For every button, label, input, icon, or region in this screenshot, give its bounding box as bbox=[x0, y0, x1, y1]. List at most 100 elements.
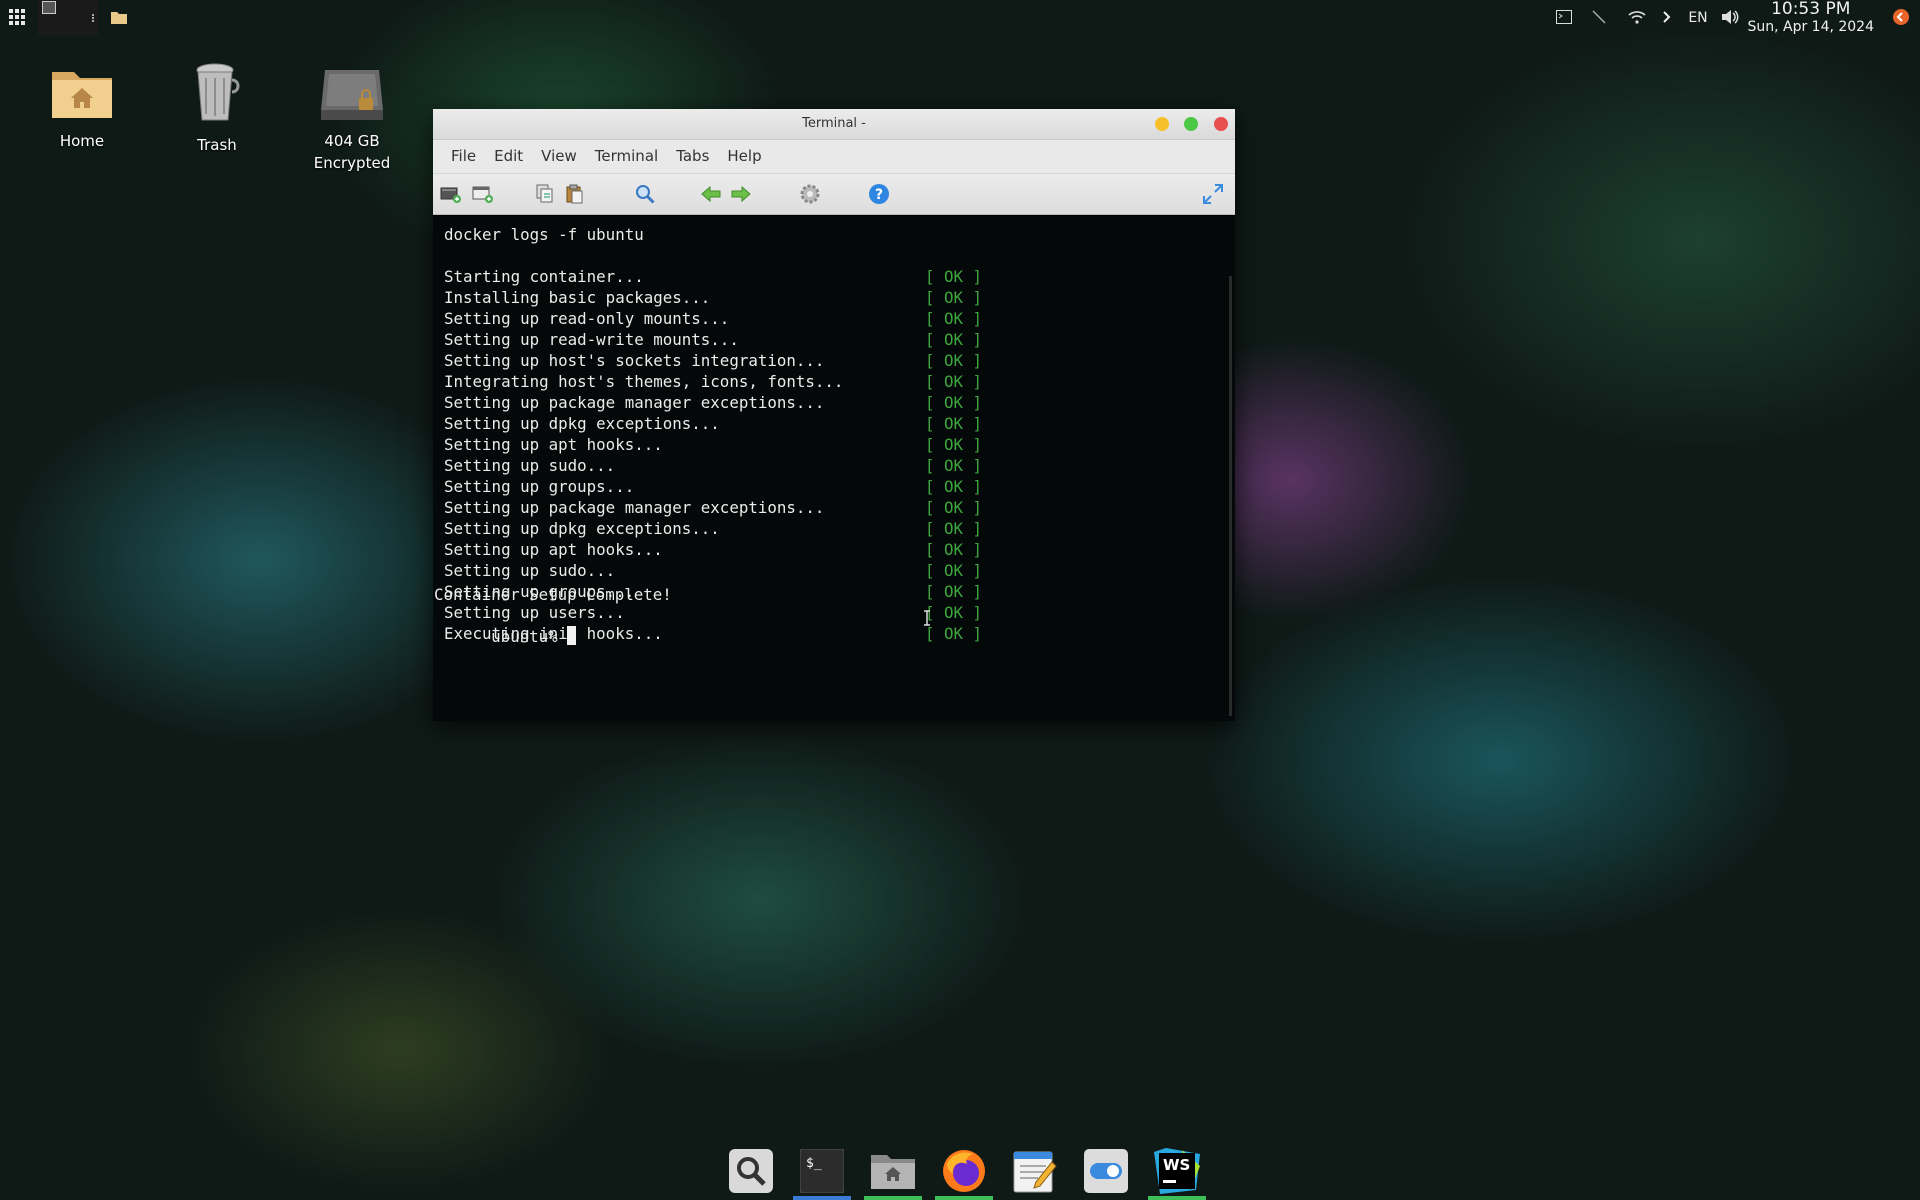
ok-status: [ OK ] bbox=[925, 561, 983, 580]
search-icon[interactable] bbox=[633, 182, 657, 206]
folder-icon[interactable] bbox=[110, 9, 128, 25]
ok-status: [ OK ] bbox=[925, 330, 983, 349]
toolbar: ? bbox=[433, 174, 1235, 215]
dock-text-editor[interactable] bbox=[1006, 1142, 1064, 1200]
desktop-icon-label: Home bbox=[59, 132, 105, 150]
running-indicator bbox=[935, 1196, 993, 1200]
ok-status: [ OK ] bbox=[925, 456, 983, 475]
prompt-line[interactable]: ubuntu% bbox=[434, 605, 577, 668]
dock: $_ WS bbox=[722, 1142, 1219, 1200]
desktop-icon-encrypted-drive[interactable]: 404 GB Encrypted bbox=[297, 68, 407, 174]
minimize-button[interactable] bbox=[1155, 117, 1169, 131]
ok-status: [ OK ] bbox=[925, 435, 983, 454]
text-editor-icon bbox=[1013, 1151, 1057, 1193]
terminal-tray-icon[interactable] bbox=[1555, 9, 1573, 25]
dock-files[interactable] bbox=[864, 1142, 922, 1200]
desktop-icon-label: Trash bbox=[197, 136, 237, 154]
setup-complete-line: Container Setup Complete! bbox=[434, 585, 672, 604]
fullscreen-icon[interactable] bbox=[1201, 182, 1225, 206]
clock-time: 10:53 PM bbox=[1771, 0, 1851, 19]
log-line: Starting container... bbox=[444, 267, 644, 286]
gear-icon[interactable] bbox=[798, 182, 822, 206]
menu-help[interactable]: Help bbox=[718, 140, 770, 173]
ok-status: [ OK ] bbox=[925, 498, 983, 517]
firefox-icon bbox=[943, 1150, 985, 1192]
close-button[interactable] bbox=[1214, 117, 1228, 131]
window-thumbnail-icon[interactable] bbox=[38, 0, 98, 36]
dock-webstorm[interactable]: WS bbox=[1148, 1142, 1206, 1200]
menu-view[interactable]: View bbox=[532, 140, 586, 173]
svg-text:$_: $_ bbox=[806, 1156, 822, 1171]
home-folder-icon bbox=[871, 1155, 915, 1189]
terminal-window: Terminal - File Edit View Terminal Tabs … bbox=[433, 109, 1235, 721]
dock-search[interactable] bbox=[722, 1142, 780, 1200]
wifi-icon[interactable] bbox=[1627, 8, 1647, 26]
search-icon bbox=[729, 1149, 773, 1193]
log-line: Setting up read-write mounts... bbox=[444, 330, 739, 349]
help-icon[interactable]: ? bbox=[867, 182, 891, 206]
settings-toggle-icon bbox=[1084, 1149, 1128, 1193]
desktop-icon-home[interactable]: Home bbox=[27, 64, 137, 152]
running-indicator bbox=[864, 1196, 922, 1200]
volume-icon[interactable] bbox=[1720, 8, 1740, 26]
apps-grid-icon[interactable] bbox=[8, 8, 26, 26]
terminal-icon: $_ bbox=[800, 1149, 844, 1193]
window-title: Terminal - bbox=[802, 116, 866, 131]
maximize-button[interactable] bbox=[1184, 117, 1198, 131]
ok-status: [ OK ] bbox=[925, 477, 983, 496]
home-folder-icon bbox=[52, 72, 112, 118]
menu-terminal[interactable]: Terminal bbox=[586, 140, 667, 173]
menu-file[interactable]: File bbox=[442, 140, 485, 173]
log-line: Setting up sudo... bbox=[444, 561, 616, 580]
chevron-right-icon[interactable] bbox=[1660, 8, 1674, 26]
log-line: Setting up apt hooks... bbox=[444, 435, 663, 454]
log-line: Setting up groups... bbox=[444, 477, 635, 496]
window-titlebar[interactable]: Terminal - bbox=[433, 109, 1235, 140]
log-line: Setting up package manager exceptions... bbox=[444, 393, 825, 412]
text-cursor bbox=[567, 626, 577, 645]
command-line: docker logs -f ubuntu bbox=[444, 225, 644, 244]
clock-date: Sun, Apr 14, 2024 bbox=[1747, 19, 1874, 35]
clock[interactable]: 10:53 PM Sun, Apr 14, 2024 bbox=[1747, 0, 1874, 36]
ok-status: [ OK ] bbox=[925, 519, 983, 538]
menu-bar: File Edit View Terminal Tabs Help bbox=[433, 140, 1235, 174]
next-tab-icon[interactable] bbox=[729, 182, 753, 206]
trash-icon bbox=[196, 63, 240, 121]
running-indicator bbox=[793, 1196, 851, 1200]
ok-status: [ OK ] bbox=[925, 351, 983, 370]
log-line: Setting up read-only mounts... bbox=[444, 309, 730, 328]
log-line: Setting up package manager exceptions... bbox=[444, 498, 825, 517]
ok-status: [ OK ] bbox=[925, 540, 983, 559]
terminal-scrollbar[interactable] bbox=[1229, 276, 1232, 716]
dock-firefox[interactable] bbox=[935, 1142, 993, 1200]
previous-tab-icon[interactable] bbox=[699, 182, 723, 206]
dock-settings[interactable] bbox=[1077, 1142, 1135, 1200]
ok-status: [ OK ] bbox=[925, 288, 983, 307]
log-line: Setting up dpkg exceptions... bbox=[444, 414, 720, 433]
ok-status: [ OK ] bbox=[925, 393, 983, 412]
power-icon[interactable] bbox=[1892, 8, 1910, 26]
menu-tabs[interactable]: Tabs bbox=[667, 140, 718, 173]
running-indicator bbox=[1148, 1196, 1206, 1200]
terminal-output[interactable]: docker logs -f ubuntu Starting container… bbox=[433, 216, 1235, 721]
log-line: Setting up sudo... bbox=[444, 456, 616, 475]
copy-icon[interactable] bbox=[533, 182, 557, 206]
new-window-icon[interactable] bbox=[471, 182, 495, 206]
ok-status: [ OK ] bbox=[925, 414, 983, 433]
new-tab-icon[interactable] bbox=[439, 182, 463, 206]
drive-encrypted-label: Encrypted bbox=[313, 154, 391, 172]
log-line: Integrating host's themes, icons, fonts.… bbox=[444, 372, 844, 391]
menu-edit[interactable]: Edit bbox=[485, 140, 532, 173]
locked-drive-icon bbox=[321, 70, 383, 120]
desktop-icon-label: 404 GB Encrypted bbox=[297, 130, 407, 174]
pen-icon[interactable] bbox=[1590, 8, 1608, 26]
log-line: Setting up apt hooks... bbox=[444, 540, 663, 559]
ok-status: [ OK ] bbox=[925, 624, 983, 643]
log-line: Setting up host's sockets integration... bbox=[444, 351, 825, 370]
language-indicator[interactable]: EN bbox=[1684, 8, 1712, 28]
ok-status: [ OK ] bbox=[925, 267, 983, 286]
top-panel: EN 10:53 PM Sun, Apr 14, 2024 bbox=[0, 0, 1920, 36]
paste-icon[interactable] bbox=[563, 182, 587, 206]
desktop-icon-trash[interactable]: Trash bbox=[162, 62, 272, 156]
dock-terminal[interactable]: $_ bbox=[793, 1142, 851, 1200]
